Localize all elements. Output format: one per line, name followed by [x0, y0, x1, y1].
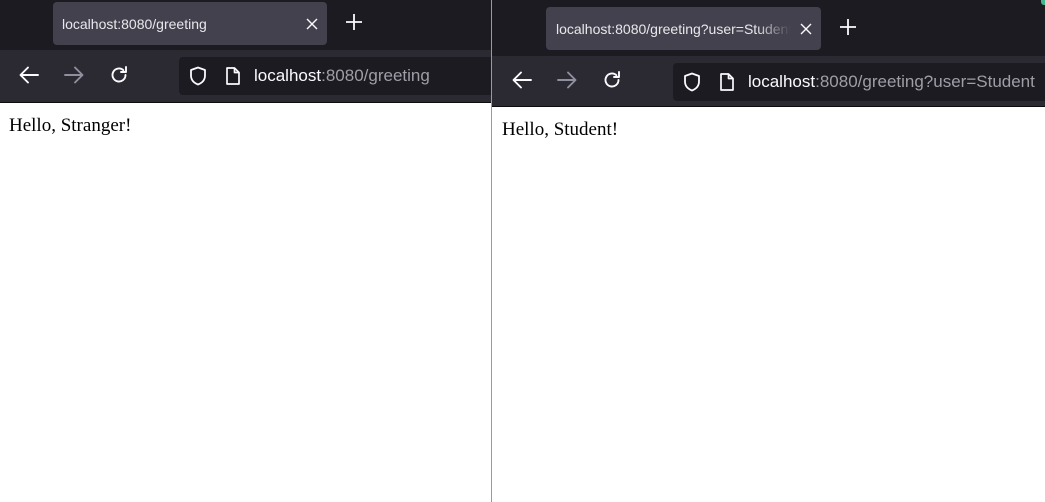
- address-bar[interactable]: localhost:8080/greeting: [179, 57, 492, 95]
- url-path: :8080/greeting: [321, 66, 430, 85]
- browser-window-left: localhost:8080/greeting localhost:8080/g…: [0, 0, 492, 502]
- url-text[interactable]: localhost:8080/greeting: [254, 66, 430, 86]
- reload-icon: [109, 65, 129, 90]
- tab-title: localhost:8080/greeting: [62, 15, 207, 32]
- url-path: :8080/greeting?user=Student: [815, 72, 1035, 91]
- reload-button[interactable]: [595, 65, 629, 99]
- forward-arrow-icon: [64, 66, 84, 89]
- shield-icon[interactable]: [187, 65, 209, 87]
- new-tab-button[interactable]: [339, 9, 369, 39]
- url-host: localhost: [748, 72, 816, 91]
- page-content: Hello, Student!: [492, 107, 1045, 502]
- page-content: Hello, Stranger!: [0, 103, 492, 502]
- greeting-text: Hello, Stranger!: [9, 115, 132, 136]
- plus-icon: [839, 18, 857, 41]
- forward-button[interactable]: [57, 60, 91, 94]
- browser-window-right: localhost:8080/greeting?user=Student loc…: [491, 0, 1045, 502]
- shield-icon[interactable]: [681, 71, 703, 93]
- active-tab[interactable]: localhost:8080/greeting: [53, 2, 327, 45]
- back-button[interactable]: [505, 65, 539, 99]
- new-tab-button[interactable]: [833, 14, 863, 44]
- reload-icon: [602, 70, 622, 95]
- url-host: localhost: [254, 66, 322, 85]
- tab-strip: localhost:8080/greeting: [0, 0, 492, 50]
- close-icon[interactable]: [297, 9, 327, 39]
- navigation-toolbar: localhost:8080/greeting?user=Student: [492, 56, 1045, 107]
- navigation-toolbar: localhost:8080/greeting: [0, 50, 492, 103]
- tab-title: localhost:8080/greeting?user=Student: [556, 20, 791, 37]
- forward-arrow-icon: [557, 71, 577, 94]
- address-bar[interactable]: localhost:8080/greeting?user=Student: [673, 63, 1045, 101]
- back-arrow-icon: [19, 66, 39, 89]
- reload-button[interactable]: [102, 60, 136, 94]
- url-text[interactable]: localhost:8080/greeting?user=Student: [748, 72, 1035, 92]
- close-icon[interactable]: [791, 14, 821, 44]
- greeting-text: Hello, Student!: [502, 119, 619, 140]
- plus-icon: [345, 13, 363, 36]
- page-icon[interactable]: [716, 71, 738, 93]
- active-tab[interactable]: localhost:8080/greeting?user=Student: [546, 7, 821, 50]
- back-button[interactable]: [12, 60, 46, 94]
- page-icon[interactable]: [222, 65, 244, 87]
- window-corner-indicator: [1041, 0, 1045, 5]
- back-arrow-icon: [512, 71, 532, 94]
- tab-strip: localhost:8080/greeting?user=Student: [492, 0, 1045, 56]
- forward-button[interactable]: [550, 65, 584, 99]
